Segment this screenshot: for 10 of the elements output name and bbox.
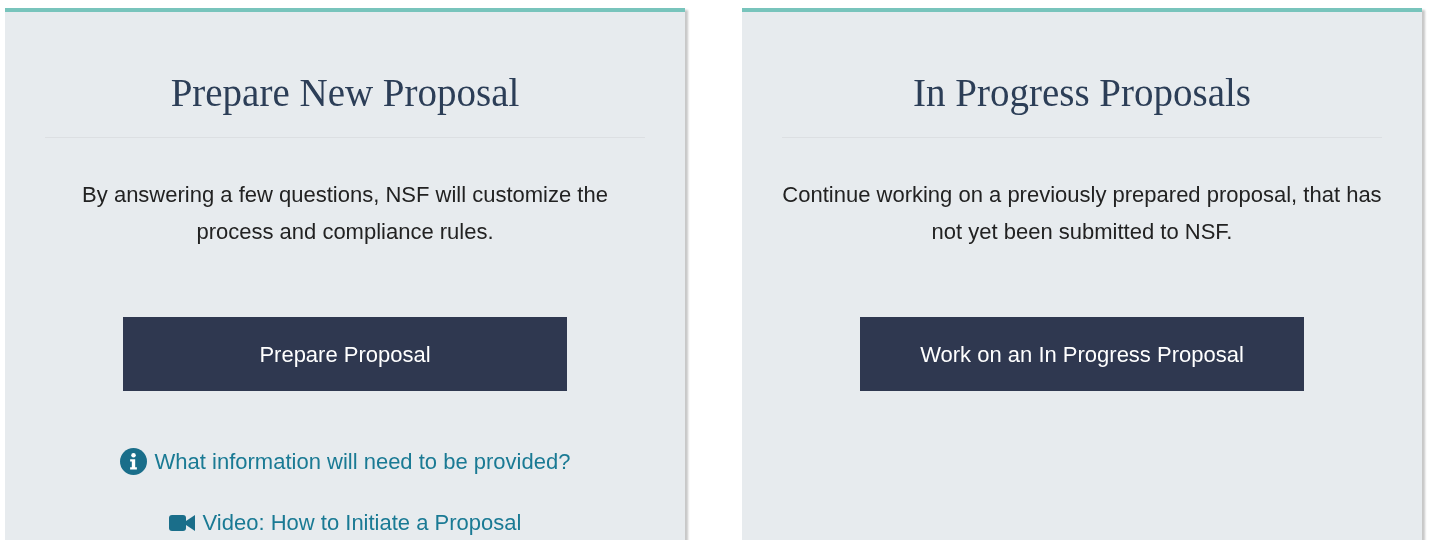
video-camera-icon xyxy=(168,513,195,532)
primary-button[interactable]: Work on an In Progress Proposal xyxy=(860,317,1304,391)
help-link[interactable]: What information will need to be provided? xyxy=(119,445,571,478)
card-title: In Progress Proposals xyxy=(913,70,1251,117)
primary-button[interactable]: Prepare Proposal xyxy=(123,317,567,391)
info-icon xyxy=(119,448,147,475)
card-description: Continue working on a previously prepared proposal, that has not yet been submitted to NSF. xyxy=(782,181,1382,246)
help-link[interactable]: Video: How to Initiate a Proposal xyxy=(168,506,522,539)
card-title: Prepare New Proposal xyxy=(170,70,520,117)
card-description: By answering a few questions, NSF will customize the process and compliance rules. xyxy=(81,181,609,246)
